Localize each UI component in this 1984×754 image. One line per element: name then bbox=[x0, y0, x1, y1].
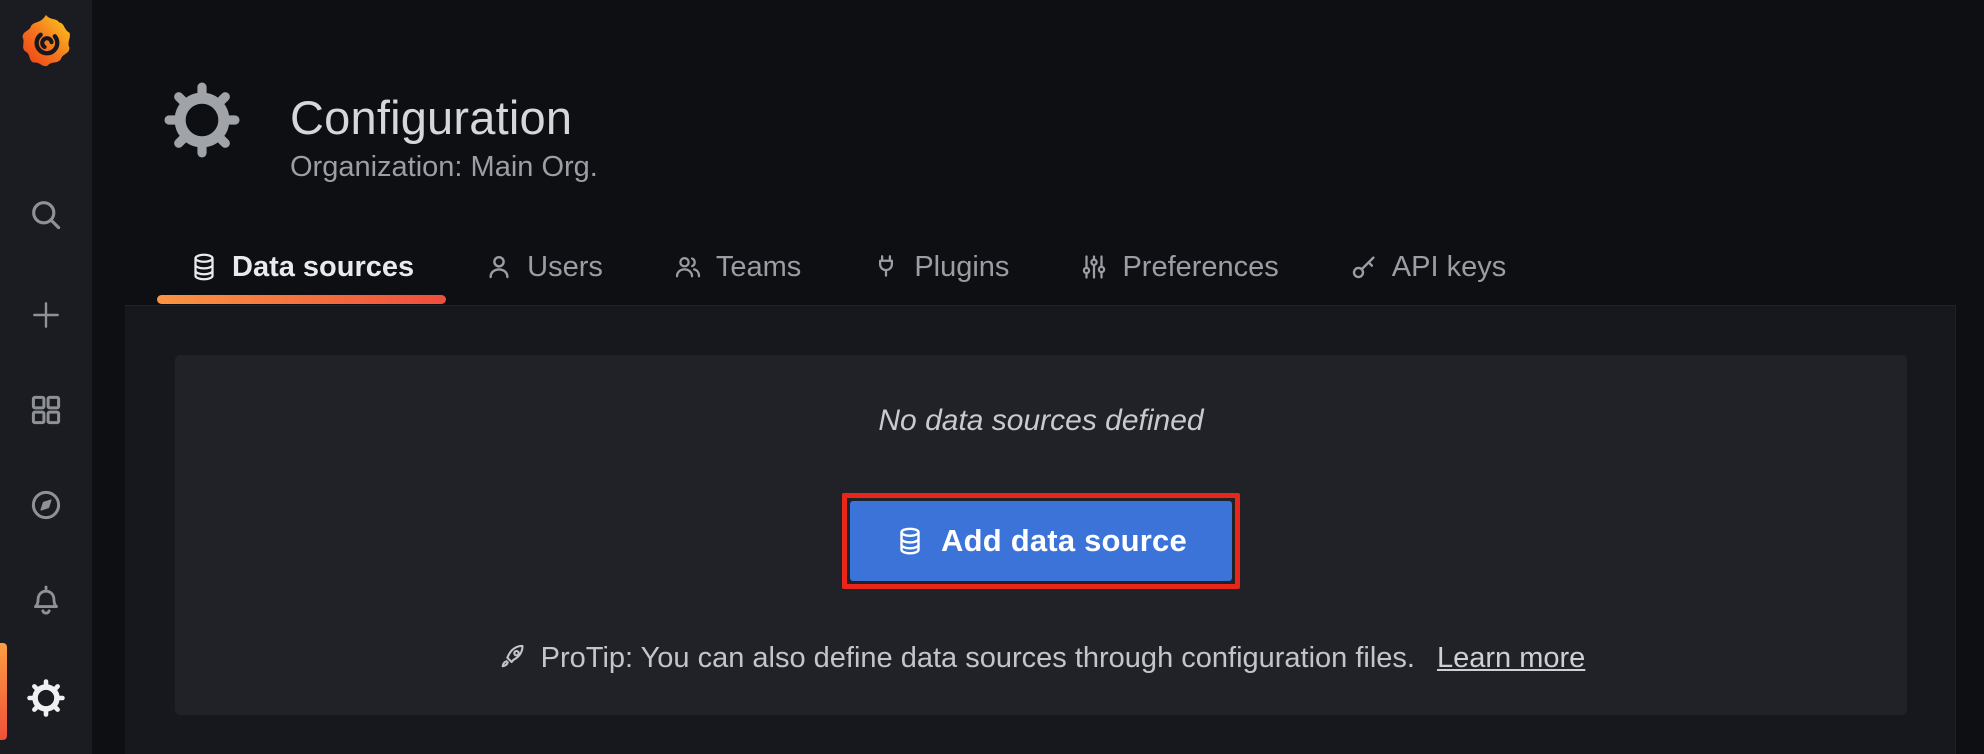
sidebar-active-indicator bbox=[0, 643, 7, 740]
protip: ProTip: You can also define data sources… bbox=[497, 640, 1586, 676]
database-icon bbox=[189, 252, 219, 282]
tab-label: Plugins bbox=[914, 251, 1009, 284]
tab-label: Preferences bbox=[1122, 251, 1278, 284]
explore-compass-icon bbox=[28, 487, 64, 523]
database-icon bbox=[895, 526, 925, 556]
search-icon bbox=[28, 197, 64, 233]
tab-label: Users bbox=[527, 251, 603, 284]
learn-more-link[interactable]: Learn more bbox=[1437, 640, 1585, 676]
add-data-source-button[interactable]: Add data source bbox=[850, 501, 1232, 581]
page-title: Configuration bbox=[290, 90, 572, 146]
rocket-icon bbox=[497, 643, 528, 674]
tab-plugins[interactable]: Plugins bbox=[839, 239, 1041, 295]
tab-label: Data sources bbox=[232, 251, 414, 284]
alerting-bell-icon bbox=[28, 582, 64, 618]
user-icon bbox=[484, 252, 514, 282]
plug-icon bbox=[871, 252, 901, 282]
tab-label: API keys bbox=[1392, 251, 1506, 284]
protip-text: ProTip: You can also define data sources… bbox=[541, 640, 1415, 676]
add-data-source-label: Add data source bbox=[941, 523, 1187, 559]
empty-datasources-panel: No data sources defined Add data source bbox=[175, 355, 1907, 715]
key-icon bbox=[1349, 252, 1379, 282]
gear-icon bbox=[164, 82, 240, 158]
sidebar-item-create[interactable] bbox=[0, 297, 92, 333]
configuration-gear-icon bbox=[27, 679, 65, 717]
dashboards-grid-icon bbox=[28, 392, 64, 428]
sidebar-item-explore[interactable] bbox=[0, 487, 92, 523]
plus-icon bbox=[28, 297, 64, 333]
tab-users[interactable]: Users bbox=[452, 239, 635, 295]
tab-label: Teams bbox=[716, 251, 801, 284]
page-subtitle: Organization: Main Org. bbox=[290, 150, 598, 184]
grafana-logo-icon bbox=[16, 12, 76, 72]
tab-teams[interactable]: Teams bbox=[641, 239, 833, 295]
tab-data-sources[interactable]: Data sources bbox=[157, 239, 446, 295]
tab-api-keys[interactable]: API keys bbox=[1317, 239, 1538, 295]
tab-bar: Data sources Users Teams bbox=[157, 239, 1544, 295]
sidebar-item-search[interactable] bbox=[0, 197, 92, 233]
sidebar-item-configuration[interactable] bbox=[0, 679, 92, 717]
highlight-box: Add data source bbox=[842, 493, 1240, 589]
sidebar-item-dashboards[interactable] bbox=[0, 392, 92, 428]
team-icon bbox=[673, 252, 703, 282]
sidebar-item-alerting[interactable] bbox=[0, 582, 92, 618]
empty-state-message: No data sources defined bbox=[878, 402, 1203, 439]
tab-preferences[interactable]: Preferences bbox=[1047, 239, 1310, 295]
sliders-icon bbox=[1079, 252, 1109, 282]
tab-content: No data sources defined Add data source bbox=[125, 305, 1956, 754]
sidebar bbox=[0, 0, 92, 754]
grafana-logo[interactable] bbox=[0, 12, 92, 72]
